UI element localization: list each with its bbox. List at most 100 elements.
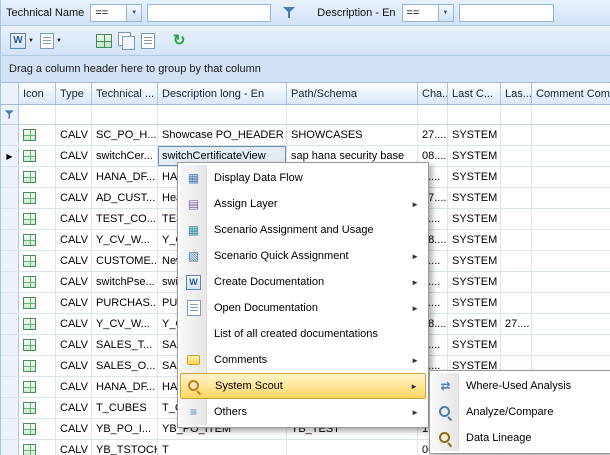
cell-technical[interactable]: PURCHAS...: [92, 293, 158, 313]
cell-type[interactable]: CALV: [56, 293, 92, 313]
cell-comment[interactable]: [532, 230, 610, 250]
cell-type[interactable]: CALV: [56, 377, 92, 397]
cell-path[interactable]: [287, 440, 418, 455]
column-header-technical[interactable]: Technical ...: [92, 83, 158, 104]
cell-comment[interactable]: [532, 146, 610, 166]
filter-editor-button[interactable]: [277, 3, 303, 23]
cell-last-changed[interactable]: SYSTEM: [448, 293, 501, 313]
column-header-comment[interactable]: Comment Com...: [532, 83, 610, 104]
cell-icon[interactable]: [19, 356, 56, 376]
cell-icon[interactable]: [19, 398, 56, 418]
description-filter-input[interactable]: [459, 4, 554, 22]
cell-type[interactable]: CALV: [56, 230, 92, 250]
submenu-item-data-lineage[interactable]: Data Lineage: [432, 425, 608, 451]
column-header-description[interactable]: Description long - En: [158, 83, 287, 104]
copy-grid-button[interactable]: [115, 29, 138, 53]
create-documentation-button[interactable]: W ▼: [7, 29, 37, 53]
filter-cell-technical[interactable]: [92, 105, 158, 124]
filter-cell-changed[interactable]: [418, 105, 448, 124]
column-header-path-schema[interactable]: Path/Schema: [287, 83, 418, 104]
cell-comment[interactable]: [532, 314, 610, 334]
cell-comment[interactable]: [532, 125, 610, 145]
menu-item-assign-layer[interactable]: ▤ Assign Layer ►: [180, 191, 426, 217]
cell-icon[interactable]: [19, 314, 56, 334]
menu-item-system-scout[interactable]: System Scout ►: [180, 373, 426, 399]
menu-item-comments[interactable]: Comments ►: [180, 347, 426, 373]
cell-type[interactable]: CALV: [56, 146, 92, 166]
column-header-icon[interactable]: Icon: [19, 83, 56, 104]
cell-type[interactable]: CALV: [56, 314, 92, 334]
cell-technical[interactable]: Y_CV_W...: [92, 230, 158, 250]
filter-cell-type[interactable]: [56, 105, 92, 124]
combo-dropdown-icon[interactable]: ▼: [126, 5, 141, 21]
cell-las[interactable]: [501, 167, 532, 187]
cell-last-changed[interactable]: SYSTEM: [448, 209, 501, 229]
refresh-button[interactable]: ↻: [170, 29, 189, 53]
cell-comment[interactable]: [532, 293, 610, 313]
cell-icon[interactable]: [19, 440, 56, 455]
cell-description[interactable]: T: [158, 440, 287, 455]
menu-item-create-documentation[interactable]: W Create Documentation ►: [180, 269, 426, 295]
cell-type[interactable]: CALV: [56, 272, 92, 292]
cell-technical[interactable]: SC_PO_H...: [92, 125, 158, 145]
description-operator-combo[interactable]: == ▼: [402, 4, 454, 22]
cell-last-changed[interactable]: SYSTEM: [448, 146, 501, 166]
cell-las[interactable]: [501, 272, 532, 292]
cell-comment[interactable]: [532, 251, 610, 271]
cell-icon[interactable]: [19, 377, 56, 397]
cell-last-changed[interactable]: SYSTEM: [448, 335, 501, 355]
filter-cell-path[interactable]: [287, 105, 418, 124]
technical-name-filter-input[interactable]: [147, 4, 271, 22]
cell-type[interactable]: CALV: [56, 125, 92, 145]
cell-last-changed[interactable]: SYSTEM: [448, 167, 501, 187]
menu-item-scenario-assignment[interactable]: ▦ Scenario Assignment and Usage: [180, 217, 426, 243]
cell-icon[interactable]: [19, 419, 56, 439]
cell-icon[interactable]: [19, 167, 56, 187]
cell-technical[interactable]: switchPse...: [92, 272, 158, 292]
cell-type[interactable]: CALV: [56, 440, 92, 455]
cell-las[interactable]: 27....: [501, 314, 532, 334]
cell-technical[interactable]: CUSTOME...: [92, 251, 158, 271]
cell-technical[interactable]: Y_CV_W...: [92, 314, 158, 334]
cell-icon[interactable]: [19, 146, 56, 166]
column-header-changed[interactable]: Cha...: [418, 83, 448, 104]
cell-las[interactable]: [501, 146, 532, 166]
cell-las[interactable]: [501, 188, 532, 208]
cell-icon[interactable]: [19, 188, 56, 208]
cell-las[interactable]: [501, 335, 532, 355]
cell-technical[interactable]: YB_TSTOCK: [92, 440, 158, 455]
column-header-last-changed[interactable]: Last C...: [448, 83, 501, 104]
cell-icon[interactable]: [19, 335, 56, 355]
cell-las[interactable]: [501, 125, 532, 145]
cell-description[interactable]: Showcase PO_HEADER: [158, 125, 287, 145]
cell-type[interactable]: CALV: [56, 419, 92, 439]
cell-technical[interactable]: AD_CUST...: [92, 188, 158, 208]
filter-cell-las[interactable]: [501, 105, 532, 124]
menu-item-display-data-flow[interactable]: ▦ Display Data Flow: [180, 165, 426, 191]
cell-las[interactable]: [501, 209, 532, 229]
filter-cell-icon[interactable]: [19, 105, 56, 124]
cell-comment[interactable]: [532, 188, 610, 208]
cell-type[interactable]: CALV: [56, 335, 92, 355]
cell-icon[interactable]: [19, 209, 56, 229]
cell-last-changed[interactable]: SYSTEM: [448, 251, 501, 271]
cell-type[interactable]: CALV: [56, 356, 92, 376]
cell-path[interactable]: SHOWCASES: [287, 125, 418, 145]
filter-cell-last-changed[interactable]: [448, 105, 501, 124]
technical-name-operator-combo[interactable]: == ▼: [90, 4, 142, 22]
cell-comment[interactable]: [532, 335, 610, 355]
cell-icon[interactable]: [19, 251, 56, 271]
cell-technical[interactable]: SALES_T...: [92, 335, 158, 355]
cell-technical[interactable]: HANA_DF...: [92, 377, 158, 397]
dropdown-arrow-icon[interactable]: ▼: [56, 38, 62, 44]
cell-las[interactable]: [501, 293, 532, 313]
cell-technical[interactable]: SALES_O...: [92, 356, 158, 376]
open-documentation-button[interactable]: ▼: [37, 29, 65, 53]
cell-technical[interactable]: T_CUBES: [92, 398, 158, 418]
cell-las[interactable]: [501, 251, 532, 271]
column-header-type[interactable]: Type: [56, 83, 92, 104]
export-sheet-button[interactable]: [138, 29, 158, 53]
cell-last-changed[interactable]: SYSTEM: [448, 125, 501, 145]
cell-icon[interactable]: [19, 230, 56, 250]
cell-icon[interactable]: [19, 272, 56, 292]
